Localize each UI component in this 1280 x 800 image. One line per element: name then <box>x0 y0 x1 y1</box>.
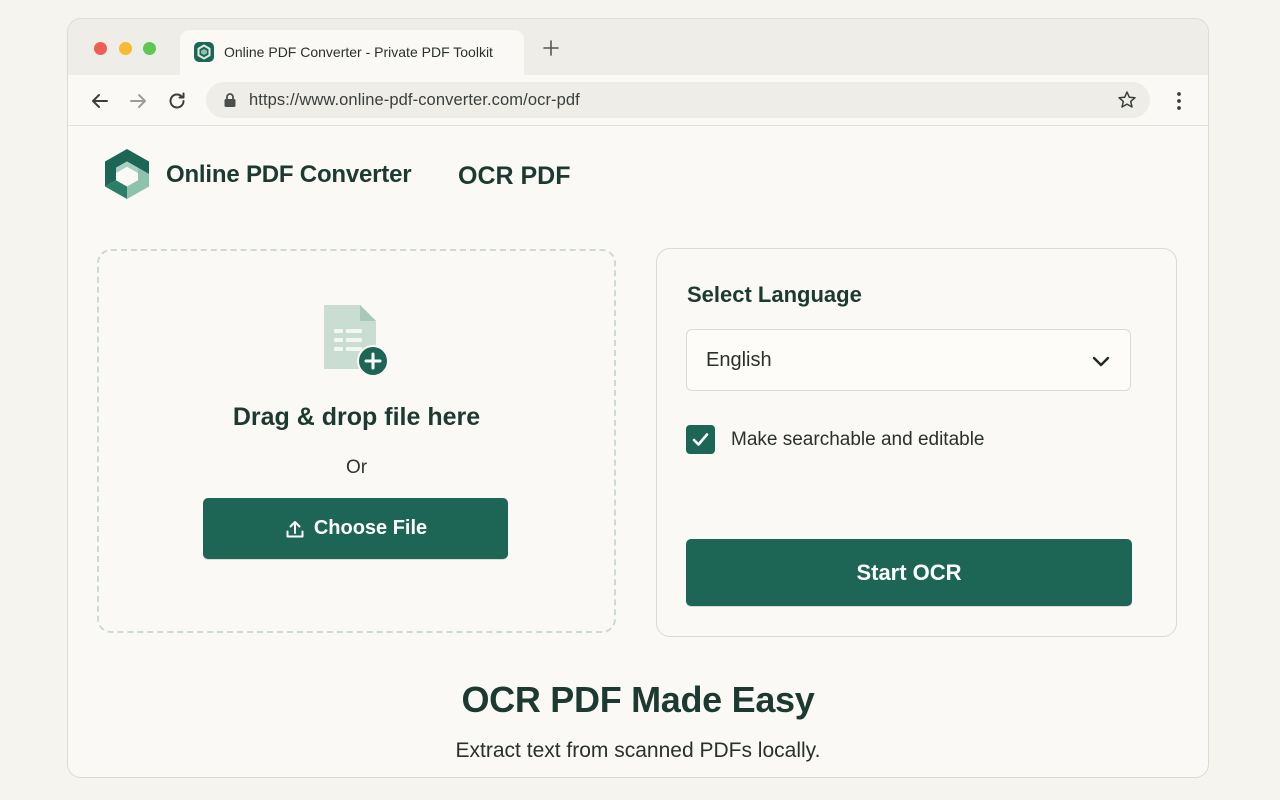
searchable-checkbox[interactable] <box>686 425 715 454</box>
chevron-down-icon <box>1092 356 1110 367</box>
browser-toolbar: https://www.online-pdf-converter.com/ocr… <box>68 75 1208 126</box>
reload-icon[interactable] <box>166 90 188 112</box>
back-arrow-icon[interactable] <box>89 90 111 112</box>
more-menu-icon[interactable] <box>1169 90 1189 112</box>
ocr-options-panel: Select Language English Make searchable … <box>656 248 1177 637</box>
close-window-button[interactable] <box>94 42 107 55</box>
add-document-icon <box>324 305 389 377</box>
tab-title: Online PDF Converter - Private PDF Toolk… <box>224 44 493 60</box>
language-select[interactable]: English <box>686 329 1131 391</box>
title-bar: Online PDF Converter - Private PDF Toolk… <box>68 19 1208 76</box>
file-dropzone[interactable]: Drag & drop file here Or Choose File <box>97 249 616 633</box>
new-tab-button[interactable] <box>540 37 562 59</box>
upload-icon <box>286 520 304 537</box>
favicon-icon <box>194 42 214 62</box>
hero-subtitle: Extract text from scanned PDFs locally. <box>455 739 821 762</box>
browser-window: Online PDF Converter - Private PDF Toolk… <box>67 18 1209 778</box>
url-text[interactable]: https://www.online-pdf-converter.com/ocr… <box>249 91 580 110</box>
brand-logo-icon[interactable] <box>100 147 154 201</box>
or-separator: Or <box>345 457 368 478</box>
language-heading: Select Language <box>687 282 862 307</box>
checkmark-icon <box>692 433 709 446</box>
hero-title: OCR PDF Made Easy <box>461 679 815 720</box>
page-title: OCR PDF <box>458 162 571 190</box>
forward-arrow-icon[interactable] <box>127 90 149 112</box>
choose-file-button[interactable]: Choose File <box>203 498 508 559</box>
plus-icon <box>543 40 559 56</box>
maximize-window-button[interactable] <box>143 42 156 55</box>
searchable-label[interactable]: Make searchable and editable <box>731 429 985 451</box>
choose-file-label: Choose File <box>313 517 428 539</box>
lock-icon <box>224 93 236 107</box>
start-ocr-button[interactable]: Start OCR <box>686 539 1132 606</box>
drop-title: Drag & drop file here <box>232 403 481 431</box>
bookmark-star-icon[interactable] <box>1117 90 1137 110</box>
minimize-window-button[interactable] <box>119 42 132 55</box>
browser-tab[interactable]: Online PDF Converter - Private PDF Toolk… <box>180 30 524 76</box>
brand-name[interactable]: Online PDF Converter <box>166 161 412 189</box>
page-content: Online PDF Converter OCR PDF Drag & drop… <box>68 126 1208 777</box>
language-selected-value: English <box>706 349 772 371</box>
address-bar[interactable]: https://www.online-pdf-converter.com/ocr… <box>206 82 1150 118</box>
